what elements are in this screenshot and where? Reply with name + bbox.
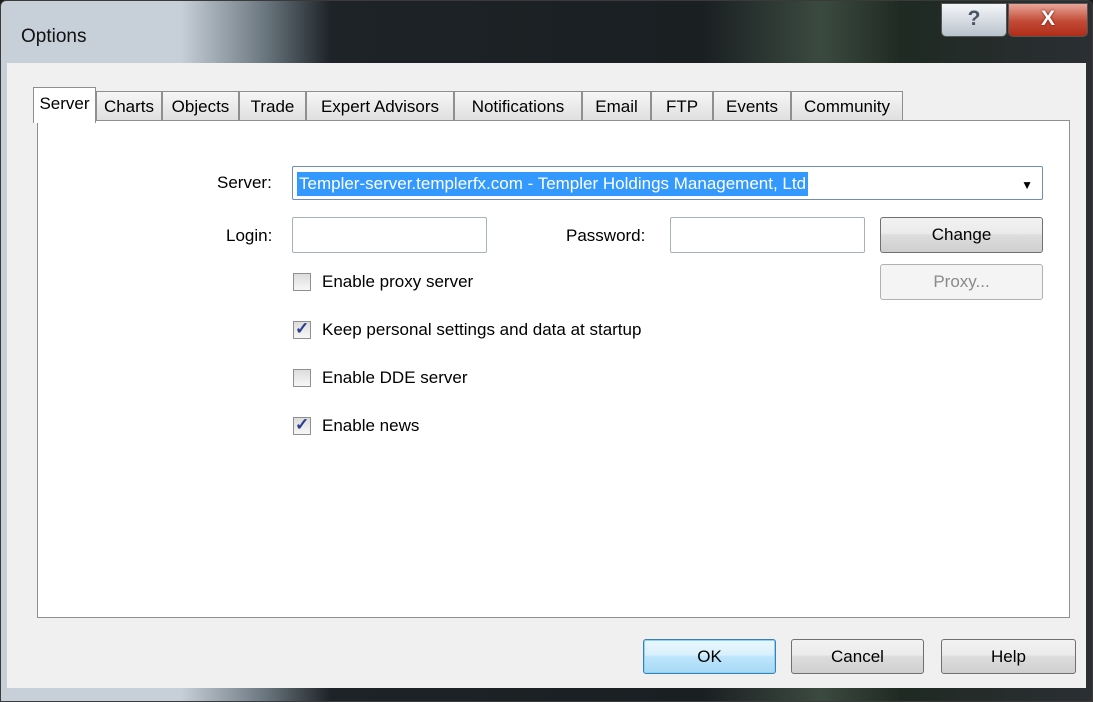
tab-email[interactable]: Email: [582, 91, 651, 122]
close-icon: X: [1040, 7, 1055, 30]
checkmark-icon: ✓: [295, 319, 310, 338]
options-window: Options ? X Server Charts Objects Trade …: [0, 0, 1093, 702]
checkmark-icon: ✓: [295, 415, 310, 434]
server-select-value: Templer-server.templerfx.com - Templer H…: [297, 172, 809, 196]
title-bar: Options ? X: [1, 1, 1092, 63]
server-tab-panel: Server: Templer-server.templerfx.com - T…: [37, 120, 1070, 618]
enable-dde-label: Enable DDE server: [322, 368, 468, 387]
tab-notifications[interactable]: Notifications: [454, 91, 582, 122]
enable-news-checkbox[interactable]: ✓: [293, 415, 311, 435]
proxy-button[interactable]: Proxy...: [880, 264, 1043, 300]
enable-dde-checkbox[interactable]: [293, 369, 311, 387]
help-icon: ?: [967, 7, 981, 30]
server-select[interactable]: Templer-server.templerfx.com - Templer H…: [292, 166, 1043, 200]
enable-news-label: Enable news: [322, 416, 420, 435]
close-button[interactable]: X: [1008, 3, 1088, 37]
window-title: Options: [21, 26, 87, 47]
tab-server[interactable]: Server: [33, 87, 96, 123]
enable-proxy-label: Enable proxy server: [322, 272, 474, 291]
ok-button[interactable]: OK: [643, 639, 776, 674]
server-label: Server:: [217, 173, 272, 192]
dialog-client-area: Server Charts Objects Trade Expert Advis…: [7, 63, 1086, 688]
enable-proxy-checkbox[interactable]: [293, 273, 311, 291]
login-field[interactable]: [292, 217, 487, 253]
password-label: Password:: [566, 226, 646, 245]
tab-trade[interactable]: Trade: [239, 91, 306, 122]
tab-charts[interactable]: Charts: [96, 91, 162, 122]
tab-ftp[interactable]: FTP: [651, 91, 713, 122]
tab-community[interactable]: Community: [791, 91, 903, 122]
help-title-button[interactable]: ?: [941, 3, 1007, 37]
password-field[interactable]: [670, 217, 865, 253]
tab-objects[interactable]: Objects: [162, 91, 239, 122]
change-button[interactable]: Change: [880, 217, 1043, 253]
tab-expert-advisors[interactable]: Expert Advisors: [306, 91, 454, 122]
login-label: Login:: [226, 226, 273, 245]
chevron-down-icon: ▼: [1021, 178, 1033, 192]
help-button[interactable]: Help: [941, 639, 1076, 674]
keep-settings-checkbox[interactable]: ✓: [293, 319, 311, 339]
keep-settings-label: Keep personal settings and data at start…: [322, 320, 642, 339]
tab-events[interactable]: Events: [713, 91, 791, 122]
cancel-button[interactable]: Cancel: [791, 639, 924, 674]
